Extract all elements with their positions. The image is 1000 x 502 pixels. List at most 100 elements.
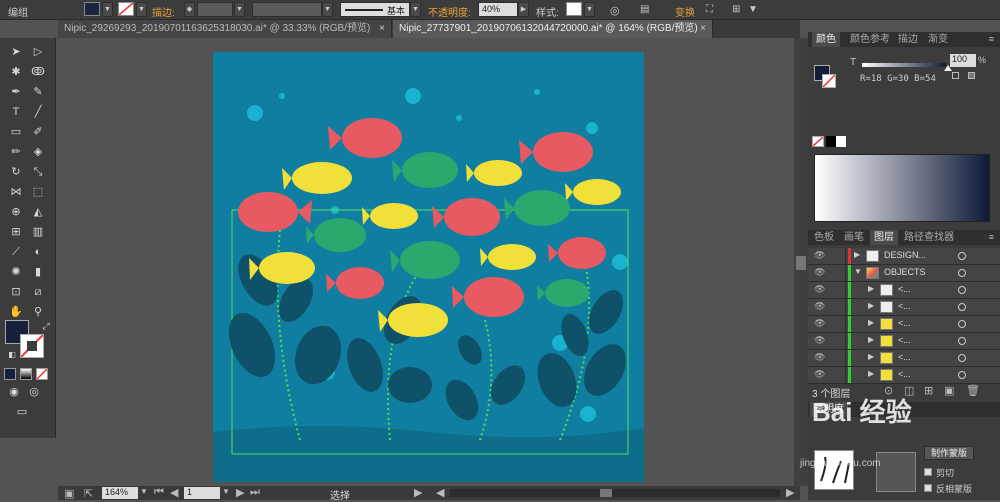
new-sublayer-icon[interactable]: ⊞ [924, 384, 933, 397]
expand-arrow-icon[interactable]: ▶ [868, 318, 874, 327]
scroll-left-icon[interactable]: ◀ [436, 486, 444, 499]
lock-toggle[interactable] [832, 282, 846, 298]
tab-stroke[interactable]: 描边 [894, 32, 922, 47]
delete-layer-icon[interactable]: 🗑 [966, 384, 980, 397]
lock-toggle[interactable] [832, 316, 846, 332]
percent-label: % [978, 55, 987, 65]
target-circle-icon[interactable] [958, 286, 966, 294]
panel-menu-icon[interactable]: ≡ [989, 34, 994, 44]
visibility-eye-icon[interactable]: 👁 [814, 319, 826, 328]
tint-slider-track[interactable] [862, 63, 946, 67]
layers-panel-tabs: 色板 画笔 图层 路径查找器 ≡ [808, 230, 1000, 245]
tab-color-guide[interactable]: 颜色参考 [846, 32, 894, 47]
zoom-dropdown-icon[interactable]: ▼ [140, 487, 148, 496]
layer-color-bar [848, 248, 851, 264]
layer-row[interactable]: 👁 ▶ <... [808, 316, 1000, 333]
expand-arrow-icon[interactable]: ▶ [868, 335, 874, 344]
visibility-eye-icon[interactable]: 👁 [814, 353, 826, 362]
target-circle-icon[interactable] [958, 303, 966, 311]
lock-toggle[interactable] [832, 248, 846, 264]
target-circle-icon[interactable] [958, 269, 966, 277]
layer-row[interactable]: 👁 ▶ <... [808, 350, 1000, 367]
visibility-eye-icon[interactable]: 👁 [814, 268, 826, 277]
layer-name: <... [898, 284, 911, 294]
panel-menu-icon[interactable]: ≡ [989, 232, 994, 242]
horizontal-scrollbar[interactable] [450, 489, 780, 497]
clip-label: 剪切 [936, 468, 955, 478]
artboard-number-input[interactable]: 1 [184, 487, 220, 499]
layer-thumbnail [880, 352, 893, 364]
tab-brushes[interactable]: 画笔 [840, 230, 868, 245]
visibility-eye-icon[interactable]: 👁 [814, 251, 826, 260]
lock-toggle[interactable] [832, 265, 846, 281]
layer-color-bar [848, 333, 851, 349]
lock-toggle[interactable] [832, 350, 846, 366]
invert-mask-label: 反相蒙版 [936, 484, 973, 494]
collapse-arrow-icon[interactable]: ▼ [854, 267, 862, 276]
tab-color[interactable]: 颜色 [812, 32, 840, 47]
scrollbar-thumb[interactable] [600, 489, 612, 497]
layer-row[interactable]: 👁 ▼ OBJECTS [808, 265, 1000, 282]
visibility-eye-icon[interactable]: 👁 [814, 370, 826, 379]
invert-mask-checkbox[interactable] [924, 484, 932, 492]
tab-swatches[interactable]: 色板 [810, 230, 838, 245]
layer-row[interactable]: 👁 ▶ <... [808, 333, 1000, 350]
target-circle-icon[interactable] [958, 320, 966, 328]
previous-artboard-icon[interactable]: ◀ [170, 486, 178, 499]
layer-thumbnail [880, 284, 893, 296]
layer-color-bar [848, 350, 851, 366]
tint-value-input[interactable]: 100 [950, 54, 976, 67]
tab-layers[interactable]: 图层 [870, 230, 898, 245]
artboard-nav-icon[interactable]: ▣ [64, 487, 74, 500]
scroll-right-icon[interactable]: ▶ [786, 486, 794, 499]
zoom-level-input[interactable]: 164% [102, 487, 138, 499]
export-icon[interactable]: ⇱ [84, 487, 93, 500]
lock-toggle[interactable] [832, 333, 846, 349]
first-artboard-icon[interactable]: ⏮ [154, 486, 164, 499]
scrollbar-thumb[interactable] [796, 256, 806, 270]
artboard-dropdown-icon[interactable]: ▼ [222, 487, 230, 496]
canvas-vertical-scrollbar[interactable] [794, 38, 808, 486]
layer-thumbnail [866, 250, 879, 262]
tab-pathfinder[interactable]: 路径查找器 [900, 230, 958, 245]
color-stroke-swatch[interactable] [822, 74, 836, 88]
color-panel-tabs: 颜色 颜色参考 描边 渐变 ≡ [808, 32, 1000, 47]
mask-thumbnail[interactable] [814, 450, 854, 490]
expand-arrow-icon[interactable]: ▶ [868, 284, 874, 293]
layer-thumbnail [880, 335, 893, 347]
make-mask-button[interactable]: 制作蒙版 [924, 446, 974, 460]
layer-name: <... [898, 335, 911, 345]
opacity-mask-slot[interactable] [876, 452, 916, 492]
layer-row[interactable]: 👁 ▶ <... [808, 282, 1000, 299]
target-circle-icon[interactable] [958, 371, 966, 379]
visibility-eye-icon[interactable]: 👁 [814, 336, 826, 345]
none-color-icon[interactable] [812, 136, 824, 147]
layer-row[interactable]: 👁 ▶ <... [808, 299, 1000, 316]
lock-toggle[interactable] [832, 367, 846, 383]
expand-arrow-icon[interactable]: ▶ [868, 301, 874, 310]
layer-row[interactable]: 👁 ▶ <... [808, 367, 1000, 384]
lock-toggle[interactable] [832, 299, 846, 315]
target-circle-icon[interactable] [958, 337, 966, 345]
target-circle-icon[interactable] [958, 354, 966, 362]
right-panel-dock: 颜色 颜色参考 描边 渐变 ≡ T 100 % R=18 G=30 B=54 色… [808, 32, 1000, 500]
black-swatch[interactable] [826, 136, 836, 147]
web-safe-icon[interactable] [968, 72, 975, 79]
clip-checkbox[interactable] [924, 468, 932, 476]
visibility-eye-icon[interactable]: 👁 [814, 285, 826, 294]
out-of-gamut-icon[interactable] [952, 72, 959, 79]
white-swatch[interactable] [836, 136, 846, 147]
layer-thumbnail [880, 369, 893, 381]
expand-arrow-icon[interactable]: ▶ [868, 369, 874, 378]
visibility-eye-icon[interactable]: 👁 [814, 302, 826, 311]
new-layer-icon[interactable]: ▣ [944, 384, 954, 397]
last-artboard-icon[interactable]: ⏭ [250, 486, 260, 499]
layer-row[interactable]: 👁 ▶ DESIGN... [808, 248, 1000, 265]
next-artboard-icon[interactable]: ▶ [236, 486, 244, 499]
target-circle-icon[interactable] [958, 252, 966, 260]
expand-arrow-icon[interactable]: ▶ [854, 250, 860, 259]
color-spectrum[interactable] [814, 154, 990, 222]
tab-gradient[interactable]: 渐变 [924, 32, 952, 47]
expand-arrow-icon[interactable]: ▶ [868, 352, 874, 361]
status-menu-icon[interactable]: ▶ [414, 486, 422, 499]
